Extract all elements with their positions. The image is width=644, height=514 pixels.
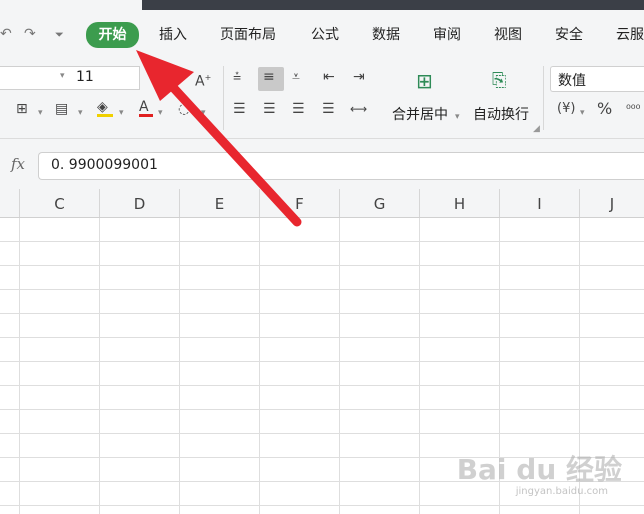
baidu-watermark-url: jingyan.baidu.com bbox=[515, 486, 608, 497]
baidu-watermark: Bai du 经验 bbox=[456, 453, 622, 486]
annotation-arrow bbox=[136, 50, 302, 227]
arrow-head bbox=[136, 50, 194, 101]
arrow-shaft bbox=[165, 79, 302, 227]
